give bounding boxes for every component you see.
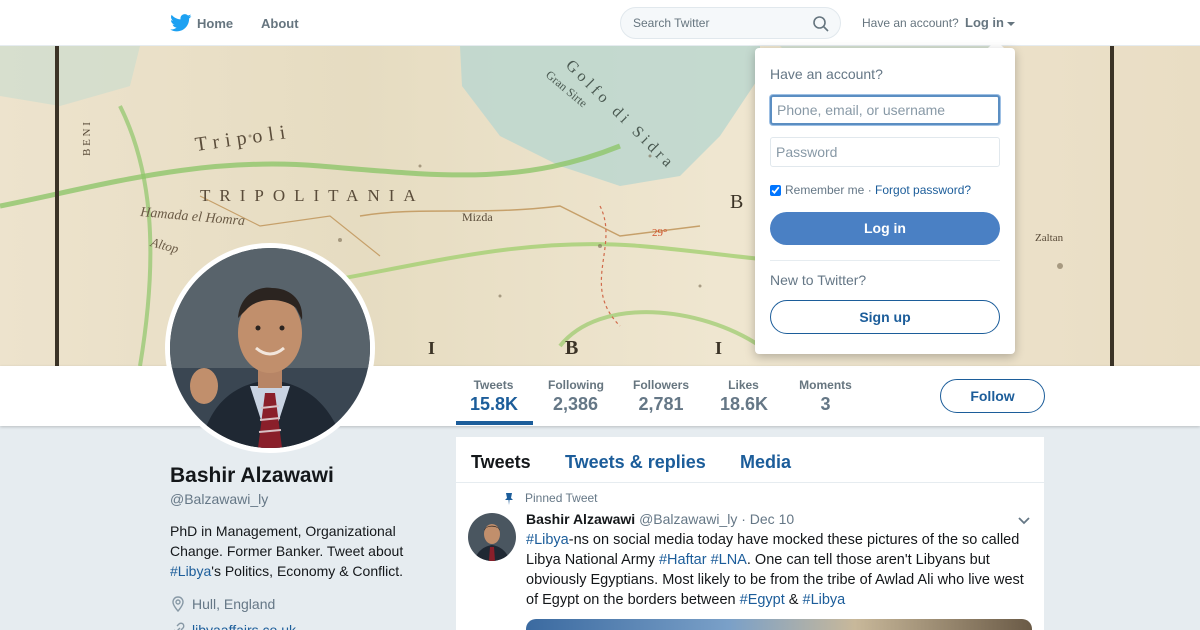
tweet-text: #Libya-ns on social media today have moc…	[526, 530, 1036, 610]
nav-home-link[interactable]: Home	[197, 16, 233, 31]
map-label-vertical: B E N I	[81, 122, 93, 156]
map-label-mizda: Mizda	[462, 210, 493, 224]
profile-handle: @Balzawawi_ly	[170, 491, 269, 507]
profile-bio: PhD in Management, Organizational Change…	[170, 521, 430, 581]
map-label-i-left: I	[428, 338, 435, 358]
stat-likes-value: 18.6K	[720, 394, 769, 414]
chevron-down-icon[interactable]	[1018, 517, 1030, 525]
tweet-header: Bashir Alzawawi @Balzawawi_ly · Dec 10	[526, 511, 794, 527]
location-pin-icon	[172, 596, 184, 612]
stat-followers[interactable]: Followers 2,781	[633, 378, 689, 415]
remember-me-label[interactable]: Remember me	[785, 183, 864, 197]
login-dropdown: Have an account? Remember me · Forgot pa…	[755, 48, 1015, 354]
tab-media[interactable]: Media	[740, 452, 791, 473]
tweet-separator: ·	[741, 511, 746, 527]
stat-following-label: Following	[548, 378, 604, 392]
stat-following[interactable]: Following 2,386	[548, 378, 604, 415]
remember-me-checkbox[interactable]	[770, 185, 781, 196]
tweet-hashtag-egypt[interactable]: #Egypt	[740, 592, 785, 608]
tab-tweets[interactable]: Tweets	[471, 452, 531, 473]
stat-likes-label: Likes	[728, 378, 759, 392]
link-icon	[174, 622, 185, 630]
search-icon[interactable]	[812, 15, 830, 33]
remember-me-row: Remember me · Forgot password?	[770, 183, 971, 197]
tweet-avatar-photo	[468, 513, 516, 561]
tweet-hashtag-haftar[interactable]: #Haftar	[659, 552, 707, 568]
stat-moments-label: Moments	[799, 378, 852, 392]
map-label-altop: Altop	[148, 234, 181, 256]
map-label-east: Zaltan	[1035, 232, 1064, 244]
tweet-author-avatar[interactable]	[468, 513, 516, 561]
remember-separator: ·	[864, 183, 876, 197]
dropdown-divider	[770, 260, 1000, 261]
pin-icon	[505, 493, 513, 505]
twitter-bird-icon[interactable]	[170, 14, 192, 32]
profile-name[interactable]: Bashir Alzawawi	[170, 464, 334, 488]
pinned-tweet-label: Pinned Tweet	[525, 491, 598, 505]
stat-tweets-value: 15.8K	[470, 394, 519, 414]
profile-url[interactable]: libyaaffairs.co.uk	[170, 622, 296, 630]
tweet-hashtag-lna[interactable]: #LNA	[711, 552, 747, 568]
caret-down-icon	[1007, 21, 1015, 26]
stat-tweets[interactable]: Tweets 15.8K	[470, 378, 519, 415]
stat-followers-value: 2,781	[638, 394, 684, 414]
search-input[interactable]: Search Twitter	[633, 16, 709, 30]
tab-tweets-replies[interactable]: Tweets & replies	[565, 452, 706, 473]
bio-text-end: 's Politics, Economy & Conflict.	[211, 563, 403, 579]
login-dropdown-toggle[interactable]: Log in	[965, 15, 1015, 30]
have-account-text: Have an account?	[862, 16, 959, 30]
map-label-tripolitania: TRIPOLITANIA	[200, 186, 425, 205]
password-field[interactable]	[770, 137, 1000, 167]
map-label-b-right: B	[730, 191, 743, 213]
signup-button[interactable]: Sign up	[770, 300, 1000, 334]
tweet-author-name[interactable]: Bashir Alzawawi	[526, 511, 635, 527]
avatar-photo	[170, 248, 370, 448]
location-text: Hull, England	[192, 596, 276, 612]
tweet-author-handle[interactable]: @Balzawawi_ly	[639, 511, 737, 527]
map-label-i-right: I	[715, 338, 722, 358]
stat-moments[interactable]: Moments 3	[798, 378, 853, 415]
stat-likes[interactable]: Likes 18.6K	[720, 378, 769, 415]
profile-avatar[interactable]	[165, 243, 375, 453]
nav-about-link[interactable]: About	[261, 16, 299, 31]
bio-hashtag-libya[interactable]: #Libya	[170, 563, 211, 579]
timeline-panel: Tweets Tweets & replies Media Pinned Twe…	[456, 437, 1044, 630]
dropdown-title: Have an account?	[770, 66, 883, 82]
search-box[interactable]: Search Twitter	[620, 7, 841, 39]
stat-followers-label: Followers	[633, 378, 690, 392]
tweet-text-part3: &	[784, 592, 803, 608]
follow-button[interactable]: Follow	[940, 379, 1045, 413]
map-label-tripoli: Tripoli	[194, 121, 293, 156]
login-button[interactable]: Log in	[770, 212, 1000, 245]
tweet-hashtag-libya[interactable]: #Libya	[526, 532, 569, 548]
stat-following-value: 2,386	[552, 394, 599, 414]
stat-tweets-label: Tweets	[473, 378, 514, 392]
login-toggle-label: Log in	[965, 15, 1004, 30]
tweet-media-preview[interactable]	[526, 619, 1032, 630]
new-to-twitter-text: New to Twitter?	[770, 272, 867, 288]
map-label-b-bottom: B	[565, 337, 578, 359]
map-label-red: 29°	[652, 227, 667, 239]
active-tab-underline	[456, 421, 533, 425]
map-label-hamada: Hamada el Homra	[139, 205, 246, 229]
tweet-hashtag-libya-2[interactable]: #Libya	[803, 592, 846, 608]
profile-location: Hull, England	[170, 596, 275, 612]
stat-moments-value: 3	[820, 394, 831, 414]
timeline-tabs: Tweets Tweets & replies Media	[456, 437, 1044, 483]
top-navigation-bar: Home About Search Twitter Have an accoun…	[0, 0, 1200, 46]
profile-url-text[interactable]: libyaaffairs.co.uk	[192, 622, 296, 630]
bio-text-start: PhD in Management, Organizational Change…	[170, 523, 404, 559]
username-field[interactable]	[770, 95, 1000, 125]
dropdown-arrow	[988, 40, 1004, 48]
forgot-password-link[interactable]: Forgot password?	[875, 183, 971, 197]
tweet-date[interactable]: Dec 10	[750, 511, 794, 527]
